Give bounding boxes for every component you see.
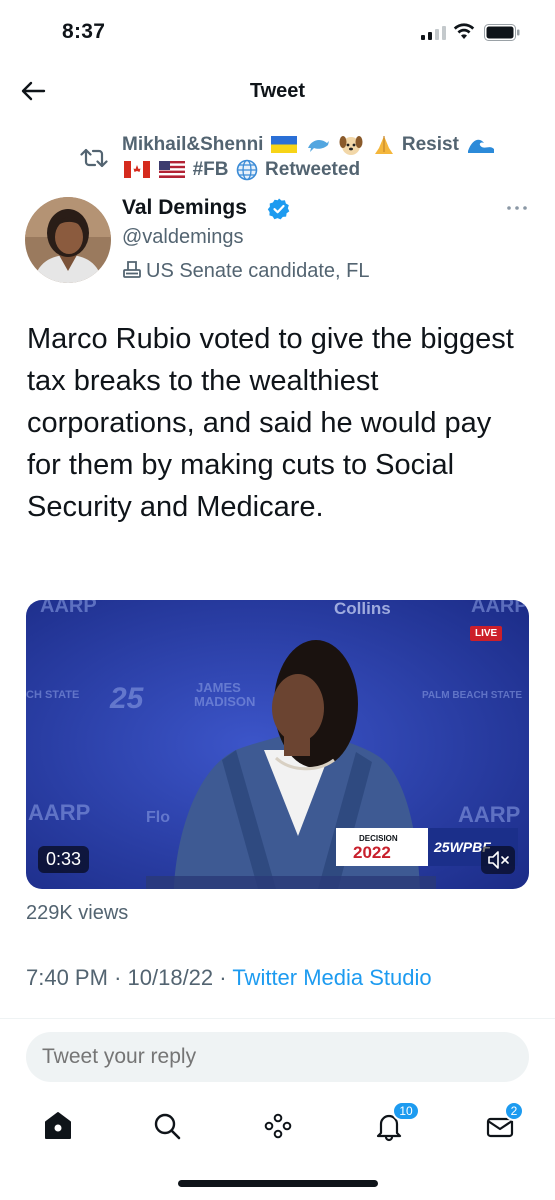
avatar-image bbox=[25, 197, 111, 283]
battery-icon bbox=[484, 24, 520, 41]
svg-text:AARP: AARP bbox=[458, 802, 520, 827]
mute-button[interactable] bbox=[481, 846, 515, 874]
speaker-muted-icon bbox=[488, 851, 509, 869]
tweet-time: 7:40 PM bbox=[26, 965, 108, 990]
author-avatar[interactable] bbox=[25, 197, 111, 283]
retweet-icon bbox=[80, 148, 108, 168]
ukraine-flag-icon bbox=[270, 136, 297, 154]
canada-flag-icon bbox=[124, 161, 150, 179]
meta-separator: · bbox=[219, 965, 233, 990]
svg-text:CH STATE: CH STATE bbox=[26, 689, 79, 701]
reply-box[interactable] bbox=[26, 1032, 529, 1082]
svg-text:25: 25 bbox=[109, 682, 145, 715]
svg-text:AARP: AARP bbox=[40, 600, 97, 617]
live-badge: LIVE bbox=[470, 626, 503, 641]
svg-text:JAMES: JAMES bbox=[196, 680, 241, 695]
cellular-signal-icon bbox=[421, 26, 446, 40]
status-time: 8:37 bbox=[62, 20, 106, 43]
status-bar: 8:37 bbox=[0, 0, 555, 62]
tweet-date: 10/18/22 bbox=[127, 965, 214, 990]
header: Tweet bbox=[0, 62, 555, 118]
globe-icon bbox=[236, 159, 258, 181]
home-icon[interactable] bbox=[38, 1106, 78, 1146]
video-collins-text: Collins bbox=[334, 600, 391, 618]
reply-input[interactable] bbox=[42, 1032, 512, 1082]
meta-separator: · bbox=[114, 965, 128, 990]
video-decision-year: 2022 bbox=[353, 843, 391, 862]
retweeter-hashtag: #FB bbox=[192, 159, 229, 180]
dolphin-icon bbox=[308, 139, 330, 152]
tweet-meta: 7:40 PM · 10/18/22 · Twitter Media Studi… bbox=[26, 965, 432, 991]
svg-text:PALM BEACH STATE: PALM BEACH STATE bbox=[422, 690, 522, 701]
video-player[interactable]: AARP AARP AARP AARP 25 JAMES MADISON Flo… bbox=[26, 600, 529, 889]
bottom-nav: 10 2 bbox=[0, 1098, 555, 1158]
account-label-text: US Senate candidate, FL bbox=[146, 260, 370, 282]
svg-text:AARP: AARP bbox=[28, 800, 90, 825]
retweet-context-text: Mikhail&Shenni Resist #FB Retweeted bbox=[122, 132, 542, 182]
messages-badge: 2 bbox=[504, 1101, 524, 1121]
page-title: Tweet bbox=[249, 80, 306, 102]
dog-face-icon bbox=[339, 135, 363, 155]
retweet-context[interactable]: Mikhail&Shenni Resist #FB Retweeted bbox=[80, 132, 540, 190]
video-frame: AARP AARP AARP AARP 25 JAMES MADISON Flo… bbox=[26, 600, 529, 889]
search-icon[interactable] bbox=[147, 1106, 187, 1146]
svg-text:AARP: AARP bbox=[471, 600, 528, 617]
tweet-text: Marco Rubio voted to give the biggest ta… bbox=[27, 323, 514, 523]
wifi-icon bbox=[453, 23, 475, 39]
notifications-badge: 10 bbox=[392, 1101, 420, 1121]
folded-hands-icon bbox=[374, 135, 393, 154]
svg-text:Flo: Flo bbox=[146, 809, 170, 826]
government-ballot-icon bbox=[123, 261, 141, 278]
verified-badge-icon bbox=[267, 198, 290, 220]
view-count: 229K views bbox=[26, 902, 129, 924]
video-duration: 0:33 bbox=[38, 846, 90, 873]
usa-flag-icon bbox=[159, 161, 186, 179]
tweet-source-link[interactable]: Twitter Media Studio bbox=[232, 965, 431, 990]
wave-icon bbox=[468, 139, 495, 153]
home-indicator bbox=[178, 1180, 378, 1187]
retweeter-name: Mikhail&Shenni bbox=[122, 134, 264, 155]
spaces-icon[interactable] bbox=[258, 1106, 298, 1146]
author-name[interactable]: Val Demings bbox=[122, 196, 247, 220]
svg-text:MADISON: MADISON bbox=[194, 694, 255, 709]
retweeted-label: Retweeted bbox=[265, 159, 361, 180]
video-decision-text: DECISION bbox=[359, 834, 398, 843]
divider bbox=[0, 1018, 555, 1019]
more-options-icon[interactable] bbox=[500, 198, 534, 218]
retweeter-name-suffix: Resist bbox=[401, 134, 459, 155]
account-label: US Senate candidate, FL bbox=[122, 259, 369, 283]
author-handle[interactable]: @valdemings bbox=[122, 226, 243, 249]
